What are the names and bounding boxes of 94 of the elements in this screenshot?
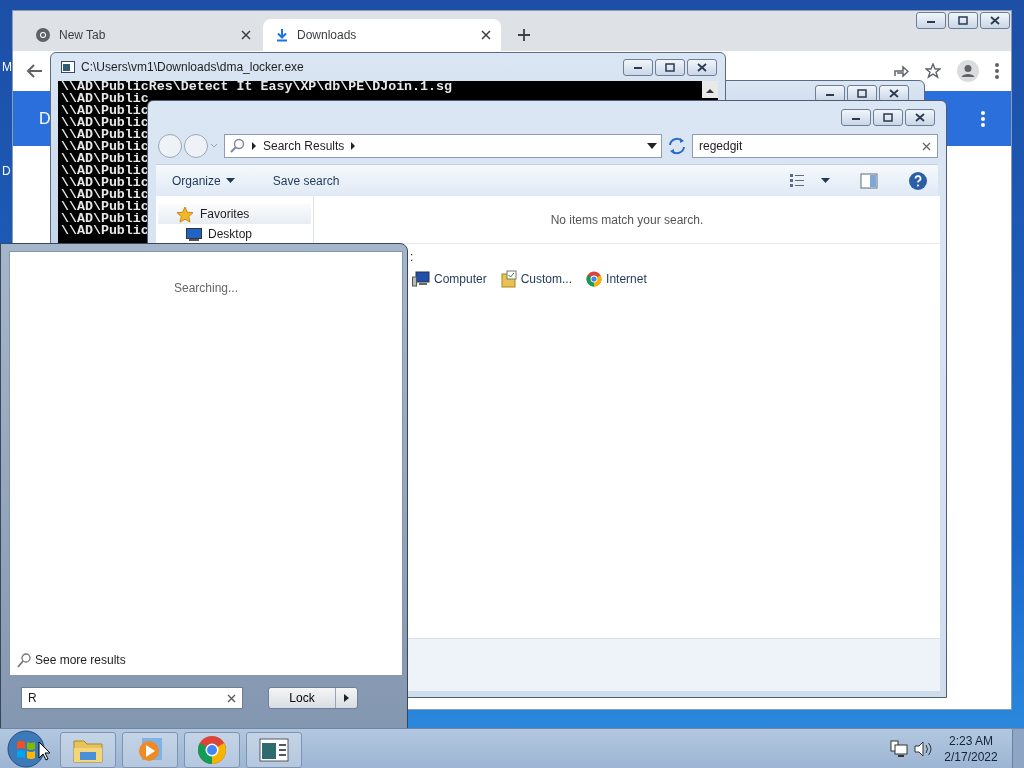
close-icon (914, 113, 926, 122)
console-line: \\AD\Public (61, 201, 149, 213)
search-icon (17, 652, 31, 668)
new-tab-icon[interactable] (517, 28, 531, 42)
chevron-icon[interactable] (251, 142, 257, 150)
empty-message: No items match your search. (549, 212, 705, 229)
organize-menu[interactable]: Organize (166, 169, 241, 192)
chrome-icon (586, 271, 603, 287)
console-line: \\AD\Public (61, 141, 149, 153)
address-bar[interactable]: Search Results (224, 134, 662, 158)
console-line: \\AD\Public (61, 129, 149, 141)
back-arrow-icon[interactable] (25, 63, 43, 79)
avatar-icon[interactable] (957, 60, 979, 82)
folder-icon (500, 270, 517, 288)
search-location-link[interactable]: Custom... (500, 270, 573, 288)
mouse-cursor-icon (38, 741, 51, 761)
close-icon (888, 89, 900, 98)
search-location-link[interactable]: Internet (586, 270, 647, 288)
close-icon[interactable] (481, 30, 491, 40)
menu-icon[interactable] (981, 110, 985, 127)
network-icon[interactable] (890, 740, 908, 758)
close-icon (989, 16, 1001, 25)
maximize-icon (882, 113, 894, 122)
close-icon[interactable] (241, 30, 251, 40)
folder-icon (73, 737, 103, 763)
console-line: \\AD\Public (61, 117, 149, 129)
console-line: \\AD\Public (61, 177, 149, 189)
share-icon[interactable] (893, 64, 909, 78)
clear-icon[interactable] (227, 693, 236, 703)
start-button[interactable] (7, 730, 45, 768)
desktop-icon-label[interactable]: D (2, 162, 11, 180)
close-button[interactable] (980, 12, 1010, 29)
clock[interactable]: 2:23 AM 2/17/2022 (940, 733, 1002, 765)
search-status: Searching... (172, 280, 239, 297)
star-icon[interactable] (925, 63, 941, 79)
menu-icon[interactable] (995, 63, 999, 79)
clear-icon[interactable] (922, 141, 931, 151)
breadcrumb[interactable]: Search Results (263, 137, 345, 155)
media-player-icon (136, 736, 164, 764)
minimize-button[interactable] (841, 109, 871, 126)
console-line: \\AD\Public (61, 93, 149, 105)
scroll-up-button[interactable] (702, 81, 718, 98)
monitor-icon (186, 227, 202, 241)
caret-icon[interactable] (821, 177, 830, 184)
taskbar-button[interactable] (184, 732, 240, 768)
maximize-button[interactable] (655, 58, 685, 76)
page-title: D (39, 108, 51, 129)
desktop-icon-label[interactable]: M (2, 58, 12, 76)
console-line: \\AD\Public (61, 213, 149, 225)
maximize-button[interactable] (873, 109, 903, 126)
search-field[interactable]: R (21, 687, 243, 709)
taskbar-button[interactable] (246, 732, 302, 768)
dropdown-icon[interactable] (647, 143, 657, 149)
console-line: \\AD\Public (61, 165, 149, 177)
chrome-icon (197, 735, 227, 765)
console-line: \\AD\PublicRes\Detect It Easy\XP\db\PE\DJoin.1.sg (61, 81, 452, 93)
caret-icon (225, 178, 235, 185)
maximize-icon (957, 16, 969, 25)
search-again-label: : (410, 249, 414, 266)
arrow-icon (344, 694, 349, 702)
search-icon (229, 138, 245, 154)
chevron-icon[interactable] (350, 142, 357, 150)
console-line: \\AD\Public (61, 153, 149, 165)
nav-section-header[interactable]: Favorites (158, 204, 311, 224)
maximize-icon (664, 62, 676, 72)
window-icon (259, 738, 289, 762)
console-line: \\AD\Public (61, 225, 149, 237)
minimize-button[interactable] (916, 12, 946, 29)
window-title: C:\Users\vm1\Downloads\dma_locker.exe (81, 59, 305, 76)
maximize-button[interactable] (948, 12, 978, 29)
nav-item[interactable]: Desktop (156, 224, 313, 244)
help-icon[interactable] (908, 170, 928, 191)
minimize-button[interactable] (623, 58, 653, 76)
chrome-icon (35, 27, 51, 43)
close-icon (696, 62, 708, 72)
console-icon (61, 61, 75, 73)
view-icon[interactable] (789, 172, 805, 189)
refresh-icon[interactable] (666, 135, 688, 157)
taskbar-button[interactable] (122, 732, 178, 768)
close-button[interactable] (687, 58, 717, 76)
browser-tab[interactable]: New Tab (23, 19, 261, 51)
download-icon (275, 28, 289, 42)
browser-tab[interactable]: Downloads (263, 19, 501, 51)
toolbar-button[interactable]: Save search (266, 169, 346, 192)
search-location-link[interactable]: Computer (412, 270, 487, 288)
star-icon (176, 205, 194, 223)
close-button[interactable] (905, 109, 935, 126)
console-line: \\AD\Public (61, 189, 149, 201)
search-field[interactable]: regedgit (692, 134, 938, 158)
computer-icon (412, 271, 430, 287)
console-line: \\AD\Public (61, 105, 149, 117)
maximize-icon (856, 89, 868, 98)
see-more-results-link[interactable]: See more results (17, 651, 126, 669)
volume-icon[interactable] (914, 741, 932, 757)
